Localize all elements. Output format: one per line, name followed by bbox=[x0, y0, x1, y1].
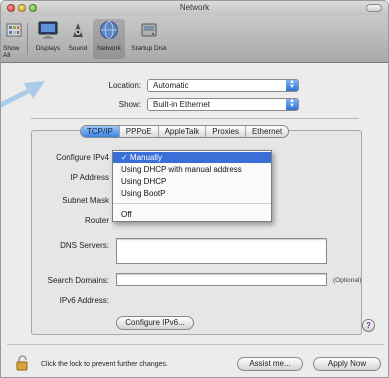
show-popup[interactable]: Built-in Ethernet ▲ ▼ bbox=[147, 98, 299, 111]
toolbar-item-displays[interactable]: Displays bbox=[33, 19, 63, 59]
subnet-mask-label: Subnet Mask bbox=[62, 196, 109, 205]
show-label: Show: bbox=[118, 100, 141, 109]
location-label: Location: bbox=[108, 81, 141, 90]
tab-appletalk[interactable]: AppleTalk bbox=[159, 126, 207, 137]
toolbar: Show All Displays Sound Network Startup … bbox=[1, 15, 388, 63]
router-label: Router bbox=[84, 216, 109, 225]
location-popup[interactable]: Automatic ▲ ▼ bbox=[147, 79, 299, 92]
tab-bar: TCP/IP PPPoE AppleTalk Proxies Ethernet bbox=[80, 125, 290, 138]
dns-servers-label: DNS Servers: bbox=[60, 241, 109, 250]
dns-servers-field[interactable] bbox=[116, 238, 327, 264]
globe-icon bbox=[98, 19, 120, 41]
menu-separator bbox=[113, 203, 271, 204]
toolbar-label-displays: Displays bbox=[35, 45, 61, 52]
menu-item-dhcp[interactable]: Using DHCP bbox=[113, 176, 271, 187]
menu-item-manually[interactable]: ✓ Manually bbox=[113, 152, 271, 163]
disk-icon bbox=[138, 19, 160, 41]
help-button[interactable]: ? bbox=[362, 319, 375, 332]
toolbar-label-show-all: Show All bbox=[3, 45, 20, 59]
toolbar-label-network: Network bbox=[97, 45, 121, 52]
search-domains-label: Search Domains: bbox=[47, 276, 109, 285]
title-bar: Network bbox=[1, 1, 388, 15]
toolbar-item-sound[interactable]: Sound bbox=[65, 19, 91, 59]
toolbar-item-network[interactable]: Network bbox=[93, 19, 125, 59]
divider bbox=[31, 118, 359, 119]
callout-arrow-icon bbox=[1, 81, 45, 108]
apply-now-button[interactable]: Apply Now bbox=[313, 357, 381, 371]
tab-pppoe[interactable]: PPPoE bbox=[120, 126, 159, 137]
ipv6-address-label: IPv6 Address: bbox=[59, 296, 109, 305]
menu-item-bootp[interactable]: Using BootP bbox=[113, 188, 271, 199]
search-domains-field[interactable] bbox=[116, 273, 327, 286]
configure-ipv6-button[interactable]: Configure IPv6... bbox=[116, 316, 194, 330]
toolbar-label-sound: Sound bbox=[68, 45, 88, 52]
speaker-icon bbox=[67, 19, 89, 41]
toolbar-item-show-all[interactable]: Show All bbox=[3, 19, 25, 59]
footer-divider bbox=[7, 344, 384, 345]
lock-message: Click the lock to prevent further change… bbox=[41, 361, 168, 368]
toolbar-toggle-button[interactable] bbox=[366, 4, 382, 12]
menu-item-off[interactable]: Off bbox=[113, 209, 271, 220]
display-icon bbox=[37, 19, 59, 41]
toolbar-separator bbox=[27, 23, 28, 55]
popup-stepper-icon: ▲ ▼ bbox=[286, 79, 298, 91]
assist-me-button[interactable]: Assist me... bbox=[237, 357, 303, 371]
show-value: Built-in Ethernet bbox=[153, 100, 210, 109]
location-value: Automatic bbox=[153, 81, 189, 90]
toolbar-item-startup-disk[interactable]: Startup Disk bbox=[127, 19, 171, 59]
menu-item-dhcp-manual[interactable]: Using DHCP with manual address bbox=[113, 164, 271, 175]
popup-stepper-icon: ▲ ▼ bbox=[286, 98, 298, 110]
optional-note: (Optional) bbox=[333, 277, 362, 284]
window-title: Network bbox=[179, 3, 210, 12]
tab-tcpip[interactable]: TCP/IP bbox=[81, 126, 120, 137]
lock-icon[interactable] bbox=[15, 355, 31, 371]
ip-address-label: IP Address bbox=[70, 173, 109, 182]
configure-ipv4-menu: ✓ Manually Using DHCP with manual addres… bbox=[112, 150, 272, 222]
toolbar-label-startup-disk: Startup Disk bbox=[131, 45, 167, 52]
tab-proxies[interactable]: Proxies bbox=[206, 126, 246, 137]
configure-ipv4-label: Configure IPv4 bbox=[56, 153, 109, 162]
tab-ethernet[interactable]: Ethernet bbox=[246, 126, 288, 137]
network-preferences-window: Network Show All Displays Sound Network … bbox=[0, 0, 389, 378]
grid-icon bbox=[3, 19, 25, 41]
